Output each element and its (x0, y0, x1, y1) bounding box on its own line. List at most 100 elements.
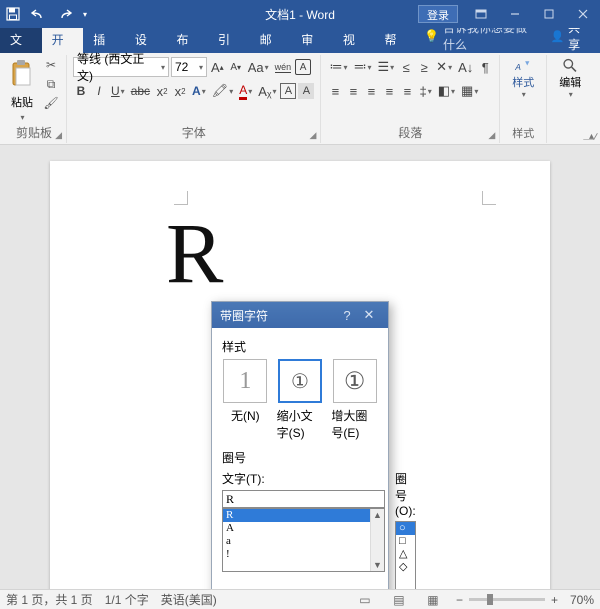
tab-review[interactable]: 审阅 (291, 28, 333, 53)
decrease-indent-icon[interactable]: ≤ (398, 57, 414, 77)
multilevel-list-icon[interactable]: ☰▾ (375, 57, 396, 77)
grow-font-icon[interactable]: A▴ (209, 57, 226, 77)
zoom-slider[interactable]: − + (456, 593, 558, 607)
list-item[interactable]: ○ (396, 522, 415, 535)
phonetic-guide-icon[interactable]: wén (273, 57, 294, 77)
highlight-icon[interactable]: 🖍▾ (210, 81, 236, 101)
ribbon-display-options-icon[interactable] (464, 0, 498, 28)
language-status[interactable]: 英语(美国) (161, 591, 217, 608)
text-effects-icon[interactable]: A▾ (190, 81, 208, 101)
bullets-icon[interactable]: ≔▾ (327, 57, 349, 77)
print-layout-icon[interactable]: ▤ (388, 592, 410, 608)
close-icon[interactable]: ✕ (358, 307, 380, 323)
paste-button[interactable]: 粘贴 ▾ (8, 57, 36, 122)
tab-references[interactable]: 引用 (208, 28, 250, 53)
web-layout-icon[interactable]: ▦ (422, 592, 444, 608)
list-item[interactable]: A (223, 522, 370, 535)
style-enlarge-label: 增大圈号(E) (331, 407, 378, 441)
change-case-icon[interactable]: Aa▾ (246, 57, 271, 77)
tab-view[interactable]: 视图 (333, 28, 375, 53)
underline-icon[interactable]: U▾ (109, 81, 127, 101)
scrollbar[interactable]: ▲▼ (370, 509, 384, 571)
numbering-icon[interactable]: ≕▾ (351, 57, 373, 77)
line-spacing-icon[interactable]: ‡▾ (417, 81, 433, 101)
borders-icon[interactable]: ▦▾ (459, 81, 480, 101)
zoom-track[interactable] (469, 598, 545, 601)
style-option-enlarge[interactable]: ① 增大圈号(E) (331, 359, 378, 441)
group-styles: A 样式 ▾ 样式 (500, 55, 547, 143)
list-item[interactable]: ◇ (396, 561, 415, 574)
save-icon[interactable] (0, 0, 26, 28)
styles-button[interactable]: A 样式 ▾ (506, 57, 540, 99)
list-item[interactable]: R (223, 509, 370, 522)
undo-icon[interactable] (26, 0, 52, 28)
tab-mailings[interactable]: 邮件 (250, 28, 292, 53)
character-shading-icon[interactable]: A (298, 83, 314, 99)
ring-field-label: 圈号(O): (395, 470, 416, 518)
document-area[interactable]: R 带圈字符 ? ✕ 样式 1 无(N) ① 缩小文字(S) ① (0, 145, 600, 589)
increase-indent-icon[interactable]: ≥ (416, 57, 432, 77)
shading-icon[interactable]: ◧▾ (436, 81, 457, 101)
distributed-icon[interactable]: ≡ (399, 81, 415, 101)
word-count[interactable]: 1/1 个字 (105, 591, 149, 608)
list-item[interactable]: ! (223, 548, 370, 561)
group-clipboard: 粘贴 ▾ ✂ ⧉ 🖌 剪贴板◢ (2, 55, 67, 143)
list-item[interactable]: a (223, 535, 370, 548)
enclose-characters-dialog: 带圈字符 ? ✕ 样式 1 无(N) ① 缩小文字(S) ① 增大圈号(E) (211, 301, 389, 589)
italic-icon[interactable]: I (91, 81, 107, 101)
page-count[interactable]: 第 1 页，共 1 页 (6, 591, 93, 608)
qat-customize-icon[interactable]: ▾ (78, 0, 92, 28)
scroll-up-icon[interactable]: ▲ (373, 509, 382, 521)
text-listbox[interactable]: R A a ! ▲▼ (222, 508, 385, 572)
character-border-icon[interactable]: A (280, 83, 296, 99)
tab-help[interactable]: 帮助 (374, 28, 416, 53)
dialog-launcher-icon[interactable]: ◢ (55, 130, 62, 141)
font-size-combo[interactable]: 72▾ (171, 57, 207, 77)
strikethrough-icon[interactable]: abc (129, 81, 152, 101)
list-item[interactable]: △ (396, 548, 415, 561)
style-shrink-label: 缩小文字(S) (277, 407, 324, 441)
zoom-in-icon[interactable]: + (551, 593, 558, 607)
align-right-icon[interactable]: ≡ (363, 81, 379, 101)
ring-listbox[interactable]: ○ □ △ ◇ (395, 521, 416, 589)
enclose-characters-icon[interactable]: A (295, 59, 311, 75)
sort-icon[interactable]: A↓ (456, 57, 475, 77)
zoom-thumb[interactable] (487, 594, 493, 605)
bold-icon[interactable]: B (73, 81, 89, 101)
redo-icon[interactable] (52, 0, 78, 28)
list-item[interactable]: □ (396, 535, 415, 548)
align-center-icon[interactable]: ≡ (345, 81, 361, 101)
align-left-icon[interactable]: ≡ (327, 81, 343, 101)
style-option-none[interactable]: 1 无(N) (222, 359, 269, 441)
dialog-launcher-icon[interactable]: ◢ (488, 130, 495, 141)
close-icon[interactable] (566, 0, 600, 28)
superscript-icon[interactable]: x2 (172, 81, 188, 101)
justify-icon[interactable]: ≡ (381, 81, 397, 101)
text-input[interactable] (222, 490, 385, 508)
copy-icon[interactable]: ⧉ (42, 76, 60, 92)
font-name-combo[interactable]: 等线 (西文正文)▾ (73, 57, 169, 77)
collapse-ribbon-icon[interactable]: ▴ (589, 131, 594, 142)
shrink-font-icon[interactable]: A▾ (228, 57, 244, 77)
zoom-out-icon[interactable]: − (456, 593, 463, 607)
tab-layout[interactable]: 布局 (166, 28, 208, 53)
read-mode-icon[interactable]: ▭ (354, 592, 376, 608)
format-painter-icon[interactable]: 🖌 (42, 95, 60, 111)
cut-icon[interactable]: ✂ (42, 57, 60, 73)
maximize-icon[interactable] (532, 0, 566, 28)
font-color-icon[interactable]: A▾ (237, 81, 254, 101)
clear-formatting-icon[interactable]: Aᵪ▾ (256, 81, 278, 101)
editing-button[interactable]: 编辑 ▾ (553, 57, 587, 99)
scroll-down-icon[interactable]: ▼ (373, 559, 382, 571)
zoom-value[interactable]: 70% (570, 593, 594, 607)
asian-layout-icon[interactable]: ✕▾ (434, 57, 454, 77)
minimize-icon[interactable] (498, 0, 532, 28)
help-icon[interactable]: ? (336, 308, 358, 323)
show-marks-icon[interactable]: ¶ (477, 57, 493, 77)
dialog-launcher-icon[interactable]: ◢ (310, 130, 317, 141)
tab-file[interactable]: 文件 (0, 28, 42, 53)
login-button[interactable]: 登录 (418, 5, 458, 23)
style-option-shrink[interactable]: ① 缩小文字(S) (277, 359, 324, 441)
dialog-titlebar[interactable]: 带圈字符 ? ✕ (212, 302, 388, 328)
subscript-icon[interactable]: x2 (154, 81, 170, 101)
